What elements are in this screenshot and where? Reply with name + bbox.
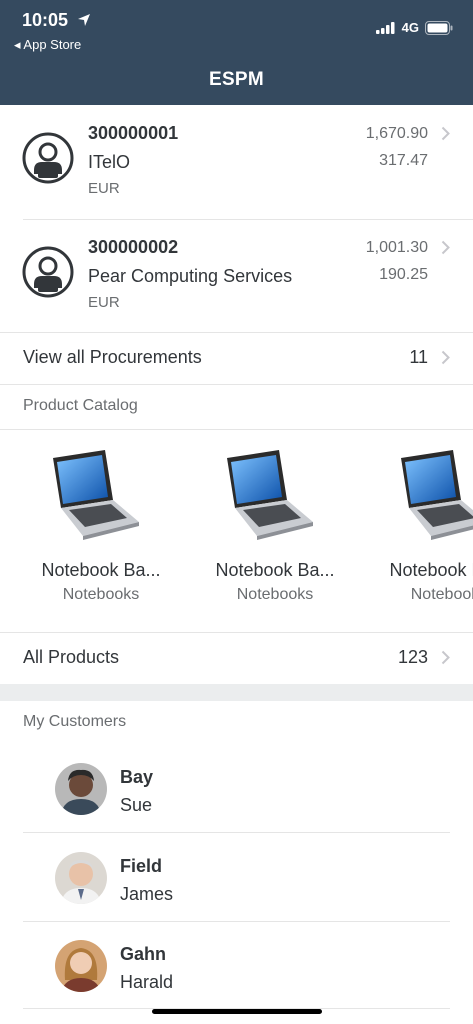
customer-item[interactable]: Gahn Harald: [0, 910, 473, 998]
chevron-right-icon: [441, 240, 450, 255]
gross-amount: 1,670.90: [365, 125, 428, 142]
supplier-avatar-icon: [22, 246, 74, 298]
product-name: Notebook Ba...: [215, 560, 335, 580]
product-card[interactable]: Notebook Ba... Notebooks: [195, 430, 355, 632]
currency: EUR: [88, 180, 120, 197]
product-name: Notebook Ba...: [389, 560, 473, 580]
product-card[interactable]: Notebook Ba... Notebooks: [21, 430, 181, 632]
home-indicator[interactable]: [152, 1009, 322, 1014]
back-to-app-store-link[interactable]: ◂ App Store: [14, 37, 81, 53]
product-category: Notebooks: [236, 586, 314, 603]
customer-avatar: [55, 852, 107, 904]
customer-first-name: Harald: [120, 972, 174, 992]
procurements-count: 11: [409, 347, 428, 367]
procurement-id: 300000001: [88, 123, 179, 143]
product-card[interactable]: Notebook Ba... Notebooks: [369, 430, 473, 632]
customer-last-name: Bay: [120, 767, 154, 787]
product-name: Notebook Ba...: [41, 560, 161, 580]
tax-amount: 317.47: [379, 152, 428, 169]
all-products-label: All Products: [23, 647, 120, 667]
view-all-procurements-label: View all Procurements: [23, 347, 202, 367]
view-all-procurements-link[interactable]: View all Procurements 11: [0, 333, 473, 383]
chevron-right-icon: [441, 650, 450, 665]
section-separator: [0, 684, 473, 701]
app-header: 10:05 ◂ App Store 4G ESPM: [0, 0, 473, 105]
procurement-item[interactable]: 300000001 ITelO EUR 1,670.90 317.47: [0, 114, 473, 228]
product-category: Notebooks: [410, 586, 473, 603]
product-category: Notebooks: [62, 586, 140, 603]
status-time: 10:05: [22, 10, 91, 31]
supplier-name: ITelO: [88, 152, 131, 172]
laptop-image: [53, 450, 139, 540]
customer-item[interactable]: Bay Sue: [0, 733, 473, 821]
product-catalog-header: Product Catalog: [0, 385, 473, 429]
section-title: My Customers: [23, 713, 127, 730]
customer-item[interactable]: Field James: [0, 822, 473, 910]
divider: [23, 219, 473, 220]
network-type: 4G: [401, 20, 419, 35]
customer-avatar: [55, 940, 107, 992]
product-carousel[interactable]: Notebook Ba... Notebooks Notebook Ba... …: [0, 430, 473, 632]
products-count: 123: [397, 647, 428, 667]
customer-last-name: Field: [120, 856, 163, 876]
chevron-right-icon: [441, 126, 450, 141]
location-arrow-icon: [78, 14, 91, 26]
status-time-text: 10:05: [22, 10, 69, 30]
customer-avatar: [55, 763, 107, 815]
laptop-image: [401, 450, 473, 540]
all-products-link[interactable]: All Products 123: [0, 633, 473, 683]
supplier-name: Pear Computing Services: [88, 266, 293, 286]
customer-first-name: James: [120, 884, 174, 904]
signal-bars-icon: [375, 21, 395, 34]
customer-first-name: Sue: [120, 795, 153, 815]
currency: EUR: [88, 294, 120, 311]
customer-last-name: Gahn: [120, 944, 167, 964]
gross-amount: 1,001.30: [365, 239, 428, 256]
laptop-image: [227, 450, 313, 540]
procurement-item[interactable]: 300000002 Pear Computing Services EUR 1,…: [0, 228, 473, 342]
page-title: ESPM: [208, 69, 265, 90]
procurement-id: 300000002: [88, 237, 179, 257]
battery-icon: [425, 20, 453, 35]
section-title: Product Catalog: [23, 397, 138, 414]
supplier-avatar-icon: [22, 132, 74, 184]
status-indicators: 4G: [375, 20, 453, 35]
tax-amount: 190.25: [379, 266, 428, 283]
chevron-right-icon: [441, 350, 450, 365]
